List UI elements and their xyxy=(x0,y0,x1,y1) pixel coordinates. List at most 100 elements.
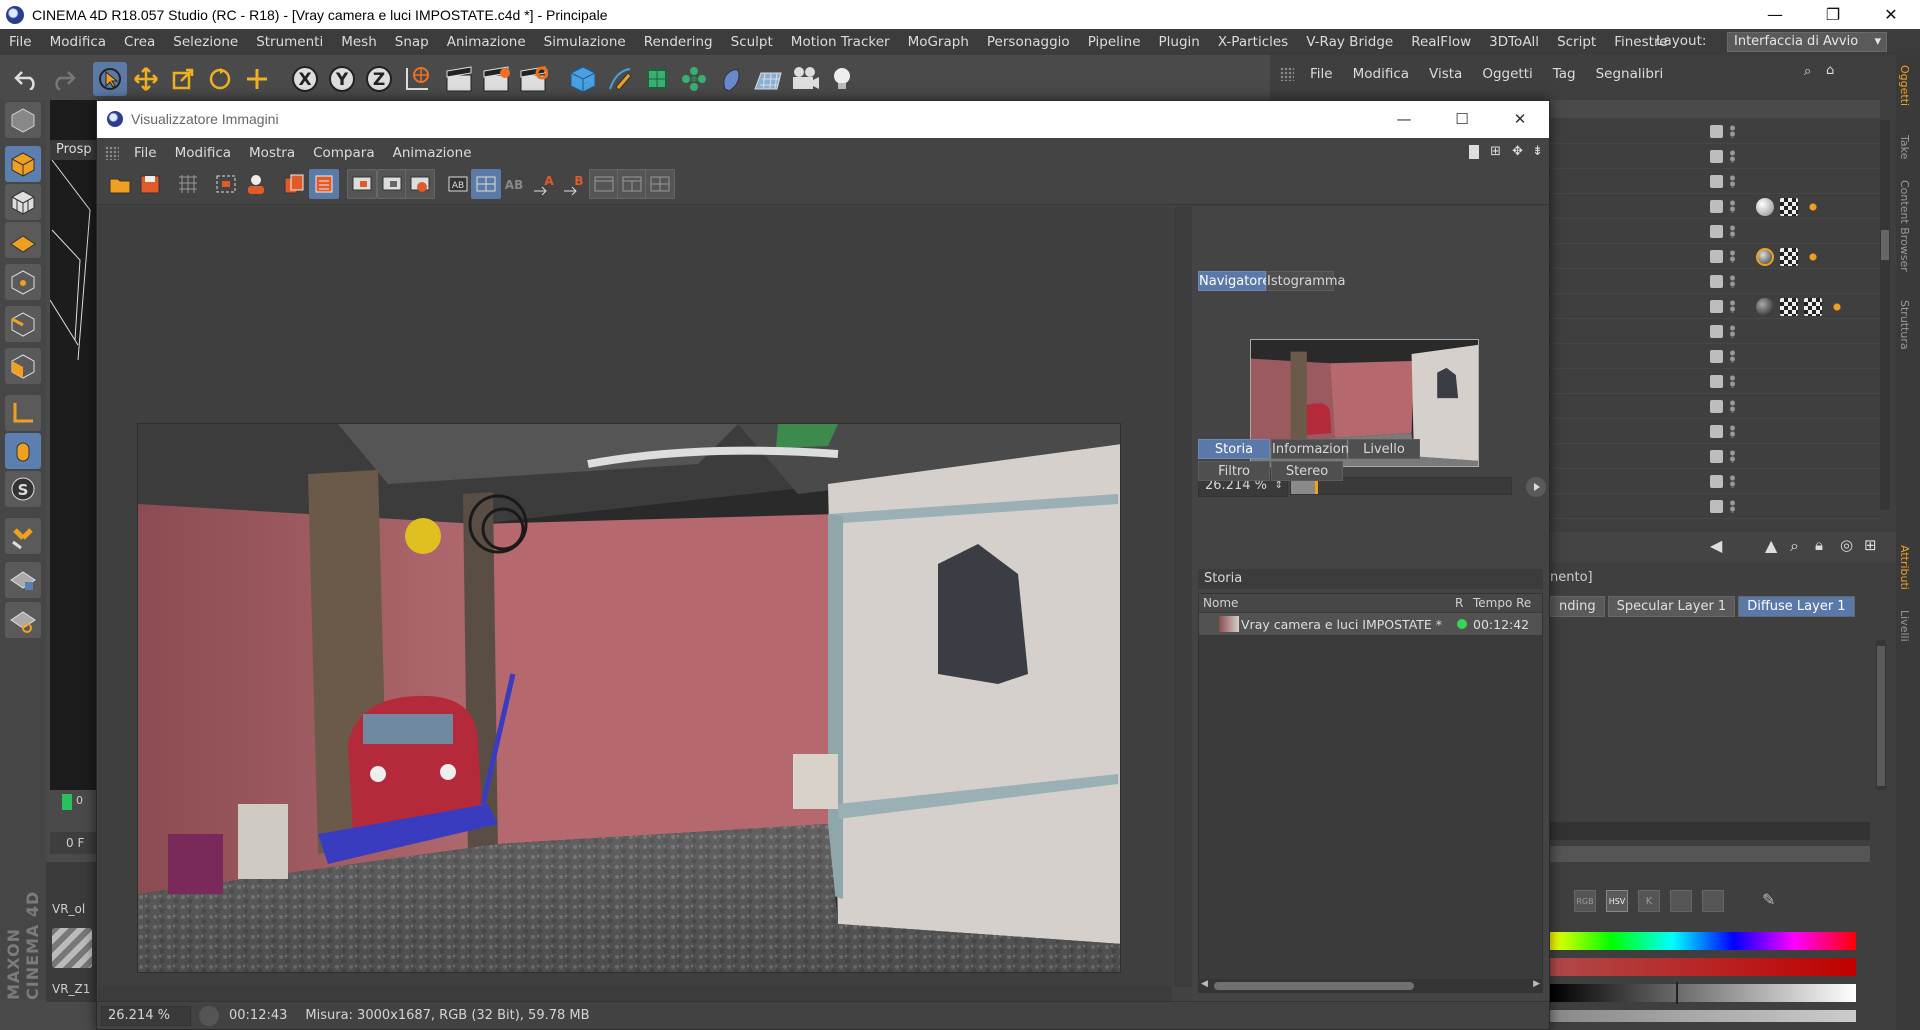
texture-tag-icon[interactable] xyxy=(1780,198,1798,216)
paste-image-button[interactable] xyxy=(309,169,339,199)
camera-button[interactable] xyxy=(788,62,822,96)
status-zoom-field[interactable]: 26.214 % xyxy=(101,1005,191,1026)
target-icon[interactable]: ◎ xyxy=(1840,536,1853,554)
object-row[interactable] xyxy=(1550,170,1880,194)
move-panel-icon[interactable]: ✥ xyxy=(1512,144,1523,159)
material-tag-icon[interactable] xyxy=(1756,248,1774,266)
visibility-dots-icon[interactable] xyxy=(1730,350,1735,363)
search-icon[interactable]: ⌕ xyxy=(1790,536,1799,556)
side-tab-content-browser[interactable]: Content Browser xyxy=(1898,180,1911,272)
workplane-mode-button[interactable] xyxy=(5,222,41,258)
zoom-fit-button[interactable] xyxy=(1526,477,1546,497)
visibility-dots-icon[interactable] xyxy=(1730,300,1735,313)
side-tab-oggetti[interactable]: Oggetti xyxy=(1898,65,1911,106)
x-axis-lock-button[interactable]: X xyxy=(288,62,322,96)
copy-image-button[interactable] xyxy=(279,169,309,199)
visibility-dots-icon[interactable] xyxy=(1730,375,1735,388)
polygons-mode-button[interactable] xyxy=(5,348,41,384)
render-active-button[interactable] xyxy=(241,169,271,199)
region-render-button[interactable] xyxy=(211,169,241,199)
texture-tag-icon[interactable] xyxy=(1780,248,1798,266)
deformer-button[interactable] xyxy=(714,62,748,96)
model-mode-button[interactable] xyxy=(5,146,41,182)
iv-menu-modifica[interactable]: Modifica xyxy=(166,145,240,161)
grid-view-multi-button[interactable] xyxy=(645,169,675,199)
render-toggle-icon[interactable] xyxy=(1710,200,1723,213)
tweak-mode-button[interactable] xyxy=(5,433,41,469)
z-axis-lock-button[interactable]: Z xyxy=(362,62,396,96)
rotate-tool-button[interactable] xyxy=(203,62,237,96)
current-frame-field[interactable]: 0 F xyxy=(50,832,96,854)
tab-layering[interactable]: nding xyxy=(1550,596,1605,617)
lock-workplane-button[interactable] xyxy=(5,562,41,598)
object-row[interactable] xyxy=(1550,145,1880,169)
save-image-button[interactable] xyxy=(135,169,165,199)
set-a-button[interactable]: A xyxy=(529,169,559,199)
column-header-tempo[interactable]: Tempo Re xyxy=(1473,596,1531,610)
search-icon[interactable]: ⌕ xyxy=(1804,64,1811,79)
render-toggle-icon[interactable] xyxy=(1710,450,1723,463)
visibility-dots-icon[interactable] xyxy=(1730,150,1735,163)
color-mixer-icon[interactable] xyxy=(1670,890,1692,912)
color-mode-kelvin[interactable]: K xyxy=(1638,890,1660,912)
tab-diffuse-layer-1[interactable]: Diffuse Layer 1 xyxy=(1738,596,1855,617)
single-view-button[interactable] xyxy=(589,169,619,199)
planar-workplane-button[interactable] xyxy=(5,602,41,638)
om-menu-segnalibri[interactable]: Segnalibri xyxy=(1586,66,1674,82)
tab-informazioni[interactable]: Informazioni xyxy=(1271,439,1353,459)
object-row[interactable] xyxy=(1550,370,1880,394)
close-button[interactable]: ✕ xyxy=(1862,0,1920,29)
rendered-image[interactable] xyxy=(137,423,1121,973)
tab-storia[interactable]: Storia xyxy=(1198,439,1270,459)
render-toggle-icon[interactable] xyxy=(1710,300,1723,313)
visibility-dots-icon[interactable] xyxy=(1730,250,1735,263)
scrollbar-thumb[interactable] xyxy=(1881,230,1889,260)
render-toggle-icon[interactable] xyxy=(1710,150,1723,163)
render-toggle-icon[interactable] xyxy=(1710,225,1723,238)
attributes-scrollbar[interactable] xyxy=(1876,640,1886,790)
select-tool-button[interactable] xyxy=(93,62,127,96)
coordinate-system-button[interactable] xyxy=(400,62,434,96)
compare-a-button[interactable] xyxy=(347,169,377,199)
move-tool-button[interactable] xyxy=(129,62,163,96)
hue-slider[interactable] xyxy=(1550,932,1856,950)
snap-button[interactable]: S xyxy=(5,471,41,507)
render-toggle-icon[interactable] xyxy=(1710,375,1723,388)
show-ab-button[interactable]: AB xyxy=(443,169,473,199)
canvas-vertical-scrollbar[interactable] xyxy=(1174,207,1192,987)
menu-realflow[interactable]: RealFlow xyxy=(1402,34,1480,50)
scrollbar-thumb[interactable] xyxy=(1214,982,1414,990)
vray-tag-icon[interactable] xyxy=(1804,198,1822,216)
object-row[interactable] xyxy=(1550,420,1880,444)
new-panel-icon[interactable]: ⊞ xyxy=(1490,144,1501,159)
compare-b-button[interactable] xyxy=(377,169,407,199)
object-row[interactable] xyxy=(1550,345,1880,369)
menu-x-particles[interactable]: X-Particles xyxy=(1209,34,1297,50)
object-row[interactable] xyxy=(1550,270,1880,294)
iv-menu-mostra[interactable]: Mostra xyxy=(240,145,304,161)
render-toggle-icon[interactable] xyxy=(1710,350,1723,363)
menu-modifica[interactable]: Modifica xyxy=(41,34,115,50)
compare-ab-button[interactable] xyxy=(405,169,435,199)
object-row[interactable] xyxy=(1550,220,1880,244)
object-row[interactable] xyxy=(1550,295,1880,319)
scroll-right-icon[interactable]: ▶ xyxy=(1533,979,1540,989)
menu-selezione[interactable]: Selezione xyxy=(164,34,247,50)
texture-tag-icon[interactable] xyxy=(1804,298,1822,316)
visibility-dots-icon[interactable] xyxy=(1730,475,1735,488)
render-toggle-icon[interactable] xyxy=(1710,175,1723,188)
points-mode-button[interactable] xyxy=(5,264,41,300)
scrollbar-thumb[interactable] xyxy=(1877,646,1885,786)
open-image-button[interactable] xyxy=(105,169,135,199)
material-tag-icon[interactable] xyxy=(1756,198,1774,216)
object-row[interactable] xyxy=(1550,195,1880,219)
render-toggle-icon[interactable] xyxy=(1710,500,1723,513)
tab-istogramma[interactable]: Istogramma xyxy=(1266,271,1346,291)
visibility-dots-icon[interactable] xyxy=(1730,225,1735,238)
split-view-button[interactable] xyxy=(617,169,647,199)
visibility-dots-icon[interactable] xyxy=(1730,175,1735,188)
tab-livello[interactable]: Livello xyxy=(1348,439,1420,459)
render-toggle-icon[interactable] xyxy=(1710,275,1723,288)
collapse-panel-icon[interactable]: ⇟ xyxy=(1532,144,1543,159)
menu-sculpt[interactable]: Sculpt xyxy=(722,34,782,50)
